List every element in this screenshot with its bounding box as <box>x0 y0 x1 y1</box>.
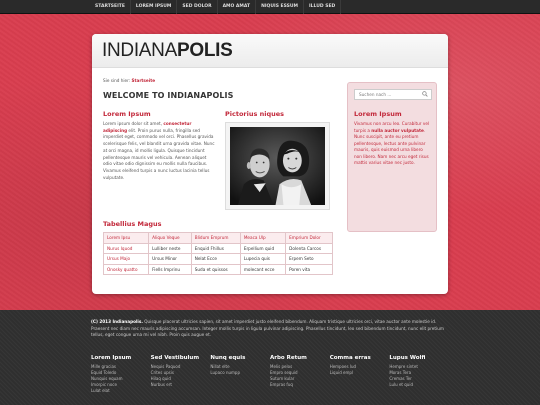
breadcrumb: Sie sind hier: Startseite <box>103 78 155 83</box>
footer-column-title: Sed Vestibulum <box>150 355 200 361</box>
table-cell: Lorem Ipsu <box>102 232 150 244</box>
table-heading: Tabellius Magus <box>103 220 162 228</box>
site-logo[interactable]: INDIANAPOLIS <box>102 40 438 62</box>
table-cell: Nelat Ecce <box>190 253 241 265</box>
main-heading: Lorem Ipsum <box>103 110 151 118</box>
breadcrumb-current[interactable]: Startseite <box>132 78 156 83</box>
footer-column: Lorem Ipsum Mille gracias Equid Toledo Nunq… <box>91 355 151 394</box>
footer: (C) 2013 Indianapolis. Quisque placerat … <box>0 310 540 405</box>
picture-heading: Pictorius niques <box>225 110 285 118</box>
table-cell: Emprium Dolor <box>285 232 333 244</box>
table-cell: Enquid Fhillus <box>190 242 241 254</box>
nav-item[interactable]: SED DOLOR <box>177 0 218 14</box>
nav-item[interactable]: LOREM IPSUM <box>131 0 178 14</box>
main-text-rest: elit. Proin purus nulla, fringilla sed i… <box>103 127 215 180</box>
footer-column-title: Nunq equis <box>210 355 246 361</box>
main-paragraph: Lorem ipsum dolor sit amet, consectetur … <box>103 121 215 181</box>
table-cell: Nurus Iquod <box>102 242 150 254</box>
footer-copyright-text: Quisque placerat ultricies sapien, sit a… <box>91 319 444 337</box>
table-row: Ursus Majo Ursus Minor Nelat Ecce Lupecia q… <box>102 253 333 265</box>
nav-item[interactable]: ILLUD SED <box>304 0 342 14</box>
main-text-column: Lorem Ipsum Lorem ipsum dolor sit amet, … <box>103 110 215 181</box>
table-cell: Ursus Minor <box>148 253 192 265</box>
table-cell: Onosky quatto <box>102 263 150 275</box>
sidebar-text-rest: . Nunc suscipit, ante eu pretium pellent… <box>354 127 429 166</box>
footer-column-title: Lorem Ipsum <box>91 355 132 361</box>
nav-item[interactable]: AMO AMAT <box>218 0 257 14</box>
table-cell: Erpellium quid <box>239 242 287 254</box>
sidebar-box: Suchen nach ... Lorem Ipsum Vivamus non … <box>347 82 437 232</box>
page-title: WELCOME TO INDIANAPOLIS <box>103 91 234 100</box>
footer-columns: Lorem Ipsum Mille gracias Equid Toledo Nunq… <box>91 355 449 394</box>
footer-link[interactable]: Liquid empl <box>330 370 390 376</box>
table-cell: Poren vita <box>285 263 333 275</box>
search-input[interactable]: Suchen nach ... <box>354 89 432 100</box>
footer-column-title: Arbo Retum <box>270 355 307 361</box>
vintage-couple-photo <box>230 127 325 205</box>
table-row: Nurus Iquod Lulliber neste Enquid Fhillus E… <box>102 242 333 254</box>
table-cell: Meaca Ulp <box>239 232 287 244</box>
footer-copyright: (C) 2013 Indianapolis. Quisque placerat … <box>91 319 449 339</box>
content-card: INDIANAPOLIS Sie sind hier: Startseite W… <box>92 34 448 294</box>
table-cell: Fiells Imprinu <box>148 263 192 275</box>
header-bar: INDIANAPOLIS <box>92 34 448 68</box>
table-cell: Lulliber neste <box>148 242 192 254</box>
table-cell: Erpem Seto <box>285 253 333 265</box>
nav-item[interactable]: NIQUIS ESSUM <box>256 0 304 14</box>
table-cell: Ursus Majo <box>102 253 150 265</box>
data-table: Lorem Ipsu Aliquo Veque Blidum Emprum Meaca… <box>102 232 333 275</box>
footer-column-title: Lupus Wolfi <box>389 355 426 361</box>
footer-link[interactable]: Lupaco numpp <box>210 370 270 376</box>
picture-column: Pictorius niques <box>225 110 333 210</box>
table-cell: Lupecia quis <box>239 253 287 265</box>
footer-link[interactable]: Lulat elat <box>91 388 151 394</box>
footer-link[interactable]: Lulu et quid <box>389 382 449 388</box>
logo-thin: INDIANA <box>102 40 177 61</box>
footer-column: Sed Vestibulum Nequis Paquod Crites upsis H… <box>151 355 211 394</box>
search-placeholder: Suchen nach ... <box>359 92 392 97</box>
search-icon[interactable] <box>422 91 428 97</box>
footer-column: Nunq equis Nillat elte Lupaco numpp <box>210 355 270 394</box>
top-navigation: STARTSEITE LOREM IPSUM SED DOLOR AMO AMAT NI… <box>0 0 540 14</box>
main-text-start: Lorem ipsum dolor sit amet, <box>103 121 164 126</box>
footer-column: Lupus Wolfi Hempre sintet Moras Tera Cremas… <box>389 355 449 394</box>
sidebar-paragraph: Vivamus non arcu leo. Curabitur vel turp… <box>354 121 430 167</box>
footer-link[interactable]: Nurbus ert <box>151 382 211 388</box>
nav-item[interactable]: STARTSEITE <box>90 0 131 14</box>
table-row: Lorem Ipsu Aliquo Veque Blidum Emprum Meaca… <box>102 232 333 244</box>
footer-column-title: Comma erras <box>329 355 371 361</box>
table-row: Onosky quatto Fiells Imprinu Suda et quiss… <box>102 263 333 275</box>
footer-column: Comma erras Hempoes lud Liquid empl <box>330 355 390 394</box>
nav-list: STARTSEITE LOREM IPSUM SED DOLOR AMO AMAT NI… <box>0 0 540 14</box>
table-cell: Aliquo Veque <box>148 232 192 244</box>
breadcrumb-prefix: Sie sind hier: <box>103 78 131 83</box>
sidebar-link[interactable]: nulla auctor vulputate <box>371 128 424 133</box>
table-cell: molecant ecce <box>239 263 287 275</box>
logo-bold: POLIS <box>176 40 233 61</box>
footer-link[interactable]: Empras fuq <box>270 382 330 388</box>
footer-column: Arbo Retum Melis pelos Empro sequid Sutum k… <box>270 355 330 394</box>
table-cell: Blidum Emprum <box>190 232 241 244</box>
footer-copyright-strong: (C) 2013 Indianapolis. <box>91 319 143 324</box>
table-cell: Dolenta Carcos <box>285 242 333 254</box>
photo-frame <box>225 122 330 210</box>
sidebar-heading: Lorem Ipsum <box>354 110 402 118</box>
table-cell: Suda et quissos <box>190 263 241 275</box>
table-section: Tabellius Magus Lorem Ipsu Aliquo Veque Bl… <box>102 220 333 275</box>
